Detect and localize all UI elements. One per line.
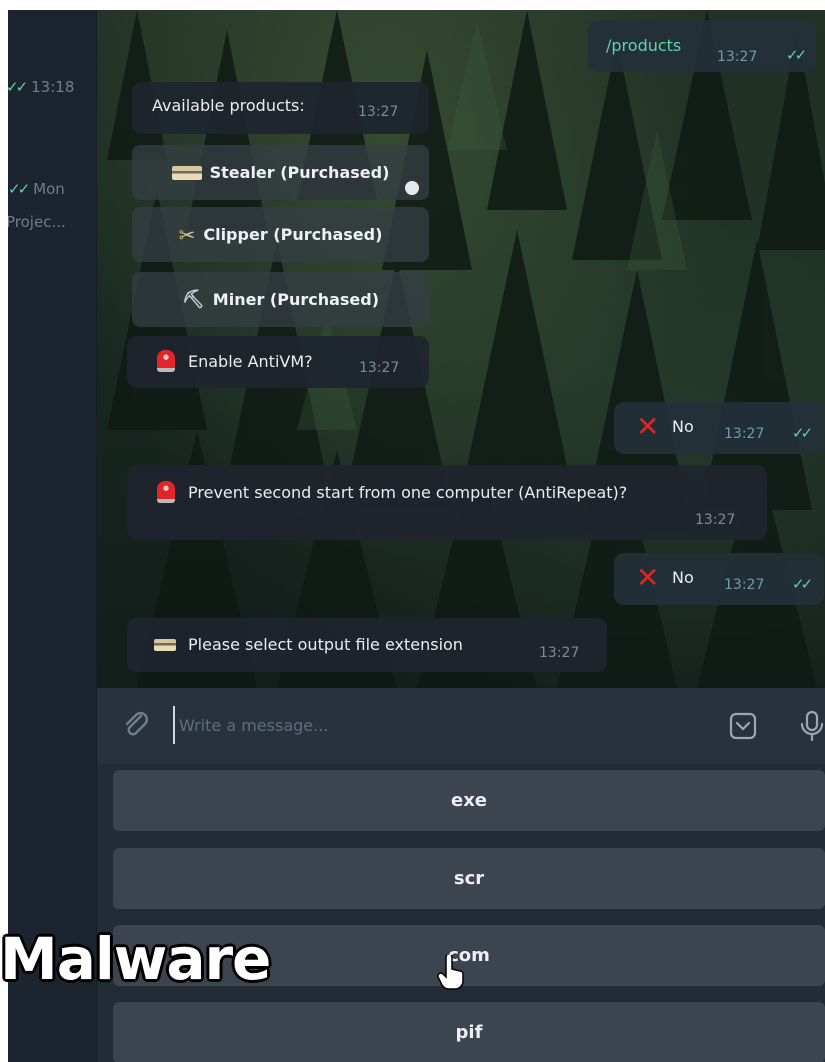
chat-time: Mon — [33, 180, 65, 198]
outgoing-message[interactable]: ✕ No 13:27 ✓✓ — [614, 553, 824, 605]
incoming-message[interactable]: Please select output file extension 13:2… — [127, 618, 607, 672]
video-caption: Malware — [0, 925, 271, 993]
keyboard-button-pif[interactable]: pif — [113, 1002, 825, 1062]
incoming-message[interactable]: Enable AntiVM? 13:27 — [127, 336, 429, 388]
message-text: /products — [606, 36, 682, 55]
clock-icon — [405, 181, 419, 195]
message-time: 13:27 — [359, 360, 400, 376]
read-ticks-icon: ✓✓ — [786, 46, 807, 64]
message-time: 13:27 — [717, 49, 758, 65]
credit-card-icon — [171, 165, 202, 180]
chat-list-sidebar[interactable]: ✓✓13:18 ✓✓Mon Projec... — [8, 10, 97, 1062]
outgoing-message[interactable]: /products 13:27 ✓✓ — [588, 20, 816, 72]
read-ticks-icon: ✓✓ — [792, 424, 813, 442]
microphone-icon[interactable] — [799, 710, 825, 742]
chat-history[interactable]: /products 13:27 ✓✓ Available products: 1… — [97, 10, 825, 688]
bot-keyboard-toggle-icon[interactable] — [729, 712, 757, 740]
message-time: 13:27 — [724, 426, 765, 442]
siren-icon — [157, 481, 175, 503]
message-text: Prevent second start from one computer (… — [188, 483, 628, 502]
inline-button-miner[interactable]: ⛏ Miner (Purchased) — [132, 272, 429, 327]
chat-list-item[interactable]: ✓✓13:18 — [8, 78, 94, 96]
message-input[interactable] — [173, 706, 701, 744]
button-label: Clipper (Purchased) — [203, 225, 383, 244]
incoming-message[interactable]: Available products: 13:27 — [132, 82, 429, 134]
message-time: 13:27 — [695, 512, 736, 528]
read-ticks-icon: ✓✓ — [792, 575, 813, 593]
paperclip-cluster-icon: ✂ — [178, 222, 196, 247]
bot-reply-keyboard: exe scr com pif — [97, 764, 825, 1062]
inline-button-clipper[interactable]: ✂ Clipper (Purchased) — [132, 207, 429, 262]
outgoing-message[interactable]: ✕ No 13:27 ✓✓ — [614, 402, 824, 454]
credit-card-icon — [154, 639, 176, 651]
hand-cursor-icon — [437, 955, 464, 990]
message-text: Available products: — [152, 96, 305, 115]
chat-time: 13:18 — [31, 78, 75, 96]
read-ticks-icon: ✓✓ — [8, 180, 30, 198]
paperclip-icon[interactable] — [121, 710, 151, 740]
message-text: No — [672, 417, 694, 436]
chat-list-item[interactable]: ✓✓ Mon — [8, 180, 96, 198]
message-time: 13:27 — [724, 577, 765, 593]
cross-mark-icon: ✕ — [636, 410, 660, 443]
keyboard-button-exe[interactable]: exe — [113, 770, 825, 831]
pickaxe-icon: ⛏ — [181, 289, 205, 310]
siren-icon — [157, 350, 175, 372]
incoming-message[interactable]: Prevent second start from one computer (… — [127, 465, 767, 540]
message-text: Please select output file extension — [188, 635, 463, 654]
message-time: 13:27 — [358, 104, 399, 120]
message-text: Enable AntiVM? — [188, 352, 313, 371]
read-ticks-icon: ✓✓ — [8, 78, 28, 96]
chat-preview[interactable]: Projec... — [8, 213, 94, 231]
message-text: No — [672, 568, 694, 587]
inline-button-stealer[interactable]: Stealer (Purchased) — [132, 145, 429, 200]
message-composer — [97, 688, 825, 764]
cross-mark-icon: ✕ — [636, 561, 660, 594]
message-time: 13:27 — [539, 645, 580, 661]
button-label: Miner (Purchased) — [212, 290, 380, 309]
keyboard-button-scr[interactable]: scr — [113, 848, 825, 909]
button-label: Stealer (Purchased) — [209, 163, 390, 182]
telegram-window: ✓✓13:18 ✓✓Mon Projec... — [8, 10, 825, 1062]
